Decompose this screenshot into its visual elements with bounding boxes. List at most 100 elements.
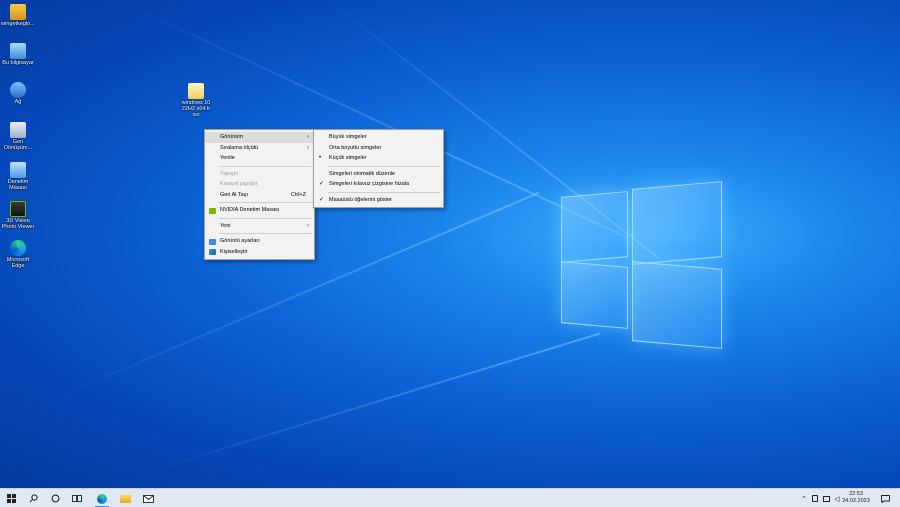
menu-item-label: Görüntü ayarları — [220, 238, 260, 244]
desktop-icon-label: Ağ — [14, 99, 22, 105]
file-explorer-icon — [119, 494, 131, 503]
desktop-icon-network[interactable]: Ağ — [0, 82, 36, 105]
menu-item-label: Yeni — [220, 222, 231, 229]
menu-item-paste-shortcut: Kısayol yapıştır — [205, 179, 314, 190]
menu-item-label: Büyük simgeler — [329, 134, 367, 140]
menu-item-personalize[interactable]: Kişiselleştir — [205, 247, 314, 258]
menu-item-small-icons[interactable]: • Küçük simgeler — [314, 153, 443, 164]
windows-logo-pane — [561, 261, 628, 329]
task-view-button[interactable] — [66, 489, 88, 507]
edge-icon — [10, 240, 26, 256]
chevron-up-icon: ⌃ — [801, 495, 807, 503]
tray-app-icon — [812, 495, 818, 502]
desktop-icon-this-pc[interactable]: Bu bilgisayar — [0, 43, 36, 66]
desktop-icon-label: wingetkeglo... — [1, 21, 35, 27]
network-monitor-icon — [822, 495, 830, 502]
menu-item-label: Kişiselleştir — [220, 248, 248, 255]
menu-item-nvidia-control-panel[interactable]: NVIDIA Denetim Masası — [205, 205, 314, 216]
desktop-icon-label: Denetim Masası — [7, 179, 29, 191]
3d-vision-icon — [10, 201, 26, 217]
checkmark-icon: ✓ — [319, 181, 325, 187]
windows-logo-pane — [632, 181, 722, 265]
edge-icon — [97, 493, 107, 504]
desktop-icon-label: Bu bilgisayar — [2, 60, 34, 66]
menu-item-align-to-grid[interactable]: ✓ Simgeleri kılavuz çizgisine hizala — [314, 179, 443, 190]
taskbar-mail-button[interactable] — [137, 489, 159, 507]
menu-item-sort-by[interactable]: Sıralama ölçütü › — [205, 143, 314, 154]
network-tray-button[interactable] — [821, 489, 831, 507]
menu-separator — [219, 202, 311, 203]
task-view-icon — [72, 495, 82, 502]
menu-separator — [219, 233, 311, 234]
desktop-icon-iso-file[interactable]: windows 10 22H2 x64 tr iso — [178, 83, 214, 118]
windows-logo-pane — [632, 261, 722, 349]
start-icon — [6, 494, 16, 503]
desktop-icon-edge[interactable]: Microsoft Edge — [0, 240, 36, 269]
desktop-icon-control-panel[interactable]: Denetim Masası — [0, 162, 36, 191]
menu-item-show-desktop-icons[interactable]: ✓ Masaüstü öğelerini göster — [314, 195, 443, 206]
desktop-icon-recycle-bin[interactable]: Geri Dönüşüm... — [0, 122, 36, 151]
batch-file-icon — [10, 4, 26, 20]
desktop-icon-label: Microsoft Edge — [6, 257, 30, 269]
menu-item-medium-icons[interactable]: Orta boyutlu simgeler — [314, 143, 443, 154]
menu-item-undo-move[interactable]: Geri Al Taşı Ctrl+Z — [205, 190, 314, 201]
notifications-button[interactable] — [878, 489, 892, 507]
desktop-icon-label: 3D Vision Photo Viewer — [1, 218, 35, 230]
clock-time: 22:53 — [849, 491, 863, 497]
start-button[interactable] — [0, 489, 22, 507]
menu-item-auto-arrange[interactable]: Simgeleri otomatik düzenle — [314, 169, 443, 180]
menu-item-label: Simgeleri kılavuz çizgisine hizala — [329, 181, 410, 187]
cortana-icon — [51, 494, 59, 503]
checkmark-icon: ✓ — [319, 196, 325, 203]
windows-logo-pane — [561, 191, 628, 263]
light-beam — [150, 332, 601, 472]
desktop-icon-label: windows 10 22H2 x64 tr iso — [181, 100, 211, 118]
mail-icon — [142, 494, 154, 503]
recycle-bin-icon — [10, 122, 26, 138]
desktop-wallpaper[interactable]: wingetkeglo... Bu bilgisayar Ağ Geri Dön… — [0, 0, 900, 488]
desktop-icon-3d-vision[interactable]: 3D Vision Photo Viewer — [0, 201, 36, 230]
network-icon — [10, 82, 26, 98]
control-panel-icon — [10, 162, 26, 178]
notification-icon — [880, 494, 890, 503]
taskbar-file-explorer-button[interactable] — [114, 489, 136, 507]
disc-image-file-icon — [188, 83, 204, 99]
desktop-icon-label: Geri Dönüşüm... — [3, 139, 33, 151]
menu-item-view[interactable]: Görünüm › — [205, 132, 314, 143]
menu-item-paste: Yapıştır — [205, 169, 314, 180]
menu-item-refresh[interactable]: Yenile — [205, 153, 314, 164]
menu-separator — [219, 217, 311, 219]
tray-app-button[interactable] — [810, 489, 820, 507]
menu-item-display-settings[interactable]: Görüntü ayarları — [205, 236, 314, 247]
menu-item-label: Kısayol yapıştır — [220, 181, 258, 187]
menu-item-label: Yenile — [220, 155, 235, 161]
menu-separator — [219, 165, 311, 167]
menu-item-label: Görünüm — [220, 134, 243, 140]
menu-item-large-icons[interactable]: Büyük simgeler — [314, 132, 443, 143]
chevron-right-icon: › — [307, 134, 309, 140]
taskbar-edge-button[interactable] — [91, 489, 113, 507]
taskbar: ⌃ ◁ 22:53 24.02.2023 — [0, 488, 900, 507]
menu-item-label: Sıralama ölçütü — [220, 144, 259, 151]
desktop-icon-winget[interactable]: wingetkeglo... — [0, 4, 36, 27]
clock-date: 24.02.2023 — [842, 498, 870, 504]
menu-item-label: NVIDIA Denetim Masası — [220, 207, 280, 213]
chevron-right-icon: › — [307, 222, 309, 229]
display-icon — [209, 238, 216, 245]
cortana-button[interactable] — [44, 489, 66, 507]
menu-item-label: Simgeleri otomatik düzenle — [329, 170, 396, 177]
menu-separator — [328, 191, 440, 193]
menu-item-label: Geri Al Taşı — [220, 191, 249, 198]
computer-icon — [10, 43, 26, 59]
search-button[interactable] — [22, 489, 44, 507]
menu-item-label: Masaüstü öğelerini göster — [329, 196, 392, 203]
chevron-right-icon: › — [307, 144, 309, 151]
personalize-icon — [209, 249, 216, 255]
search-icon — [28, 494, 38, 503]
menu-item-new[interactable]: Yeni › — [205, 221, 314, 232]
taskbar-clock[interactable]: 22:53 24.02.2023 — [836, 491, 876, 505]
menu-item-label: Küçük simgeler — [329, 155, 367, 161]
show-hidden-icons-button[interactable]: ⌃ — [799, 489, 809, 507]
desktop-context-menu: Görünüm › Sıralama ölçütü › Yenile Yapış… — [204, 129, 315, 260]
nvidia-icon — [209, 207, 216, 214]
